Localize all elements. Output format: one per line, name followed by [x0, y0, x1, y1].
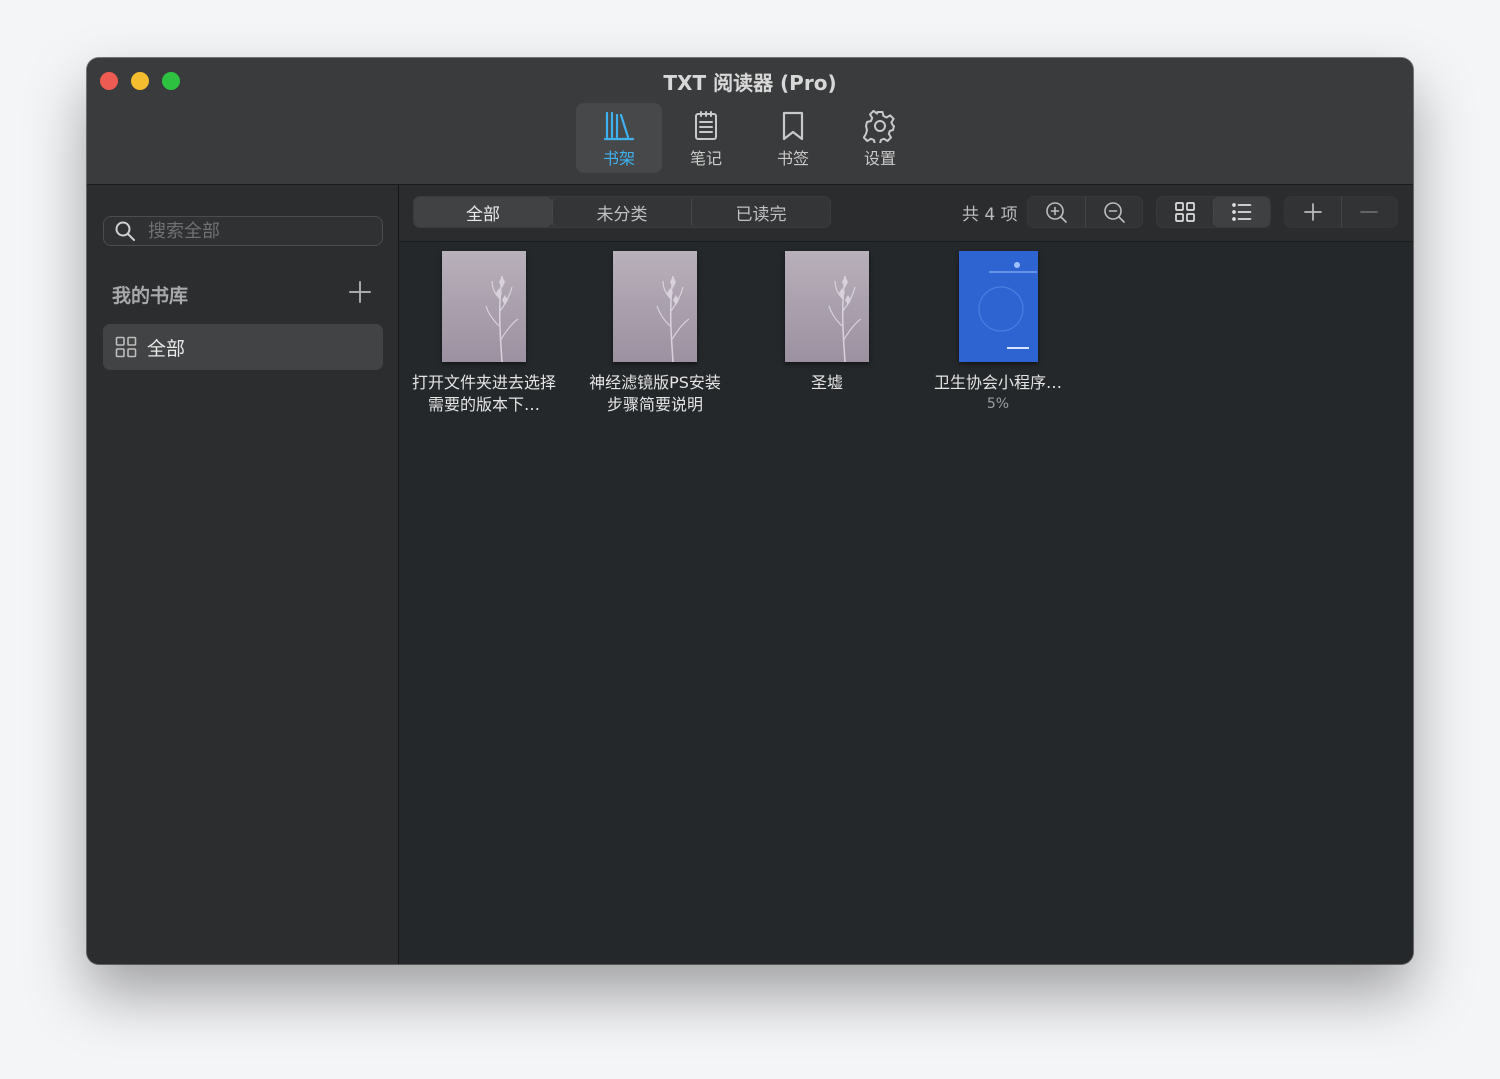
add-remove-controls [1284, 196, 1398, 228]
sidebar-item-all[interactable]: 全部 [103, 324, 383, 370]
item-count: 共 4 项 [962, 205, 1018, 225]
title-bar: TXT 阅读器 (Pro) 书架 笔记 书签 设置 [87, 58, 1413, 185]
plus-icon [1303, 203, 1322, 221]
search-input[interactable] [146, 219, 370, 243]
book-item[interactable]: 打开文件夹进去选择需要的版本下… [399, 251, 569, 416]
zoom-out-button[interactable] [1084, 197, 1143, 227]
add-library-icon[interactable] [349, 281, 371, 303]
bookshelf-icon [603, 111, 635, 141]
zoom-controls [1027, 196, 1143, 228]
book-cover [442, 251, 526, 362]
tab-bookmarks[interactable]: 书签 [750, 103, 836, 173]
remove-book-button[interactable] [1340, 197, 1398, 227]
filter-tab-uncategorized[interactable]: 未分类 [552, 197, 691, 227]
book-cover [613, 251, 697, 362]
library-section-title: 我的书库 [112, 285, 189, 307]
grid-icon [115, 336, 137, 358]
reading-progress: 5% [986, 396, 1010, 412]
window-title: TXT 阅读器 (Pro) [663, 71, 837, 95]
book-item[interactable]: 卫生协会小程序… 5% [913, 251, 1083, 412]
list-view-button[interactable] [1213, 197, 1270, 227]
tab-settings-label: 设置 [863, 149, 896, 168]
tab-bookmarks-label: 书签 [776, 149, 809, 168]
wheat-cover-icon [828, 275, 862, 362]
main-content: 全部 未分类 已读完 共 4 项 打开文件夹进去选择需要的版本下… 神经滤镜版P… [399, 185, 1413, 964]
book-title: 卫生协会小程序… [933, 373, 1062, 392]
book-cover [958, 251, 1038, 362]
sidebar: 我的书库 全部 [87, 185, 399, 964]
notes-icon [695, 111, 717, 140]
zoom-in-icon [1046, 202, 1068, 223]
book-item[interactable]: 神经滤镜版PS安装步骤简要说明 [570, 251, 740, 416]
tab-settings[interactable]: 设置 [837, 103, 923, 173]
tab-notes-label: 笔记 [689, 149, 722, 168]
add-book-button[interactable] [1285, 197, 1341, 227]
search-icon [115, 221, 135, 241]
book-cover [785, 251, 869, 362]
zoom-in-button[interactable] [1028, 197, 1085, 227]
grid-view-button[interactable] [1157, 197, 1213, 227]
view-mode-controls [1156, 196, 1271, 228]
search-field[interactable] [103, 216, 383, 246]
wheat-cover-icon [656, 275, 690, 362]
tab-bookshelf[interactable]: 书架 [576, 103, 662, 173]
grid-view-icon [1175, 202, 1195, 222]
blue-document-cover-icon [977, 262, 1037, 349]
app-window: TXT 阅读器 (Pro) 书架 笔记 书签 设置 搜索全部 我的书库 全部 全… [87, 58, 1413, 964]
sidebar-item-label: 全部 [147, 337, 186, 360]
book-item[interactable]: 圣墟 [742, 251, 912, 394]
gear-icon [863, 109, 895, 143]
list-view-icon [1232, 203, 1252, 221]
book-title: 圣墟 [810, 373, 843, 392]
zoom-out-icon [1103, 202, 1125, 223]
content-toolbar: 全部 未分类 已读完 共 4 项 [399, 185, 1413, 242]
wheat-cover-icon [485, 275, 519, 362]
book-title: 打开文件夹进去选择需要的版本下… [411, 373, 556, 414]
filter-segmented-control: 全部 未分类 已读完 [413, 196, 831, 228]
filter-tab-all[interactable]: 全部 [414, 197, 552, 227]
minus-icon [1360, 211, 1379, 213]
tab-bookshelf-label: 书架 [602, 149, 635, 168]
book-title: 神经滤镜版PS安装步骤简要说明 [589, 373, 721, 414]
bookmark-icon [782, 111, 804, 141]
tab-notes[interactable]: 笔记 [663, 103, 749, 173]
filter-tab-finished[interactable]: 已读完 [691, 197, 830, 227]
